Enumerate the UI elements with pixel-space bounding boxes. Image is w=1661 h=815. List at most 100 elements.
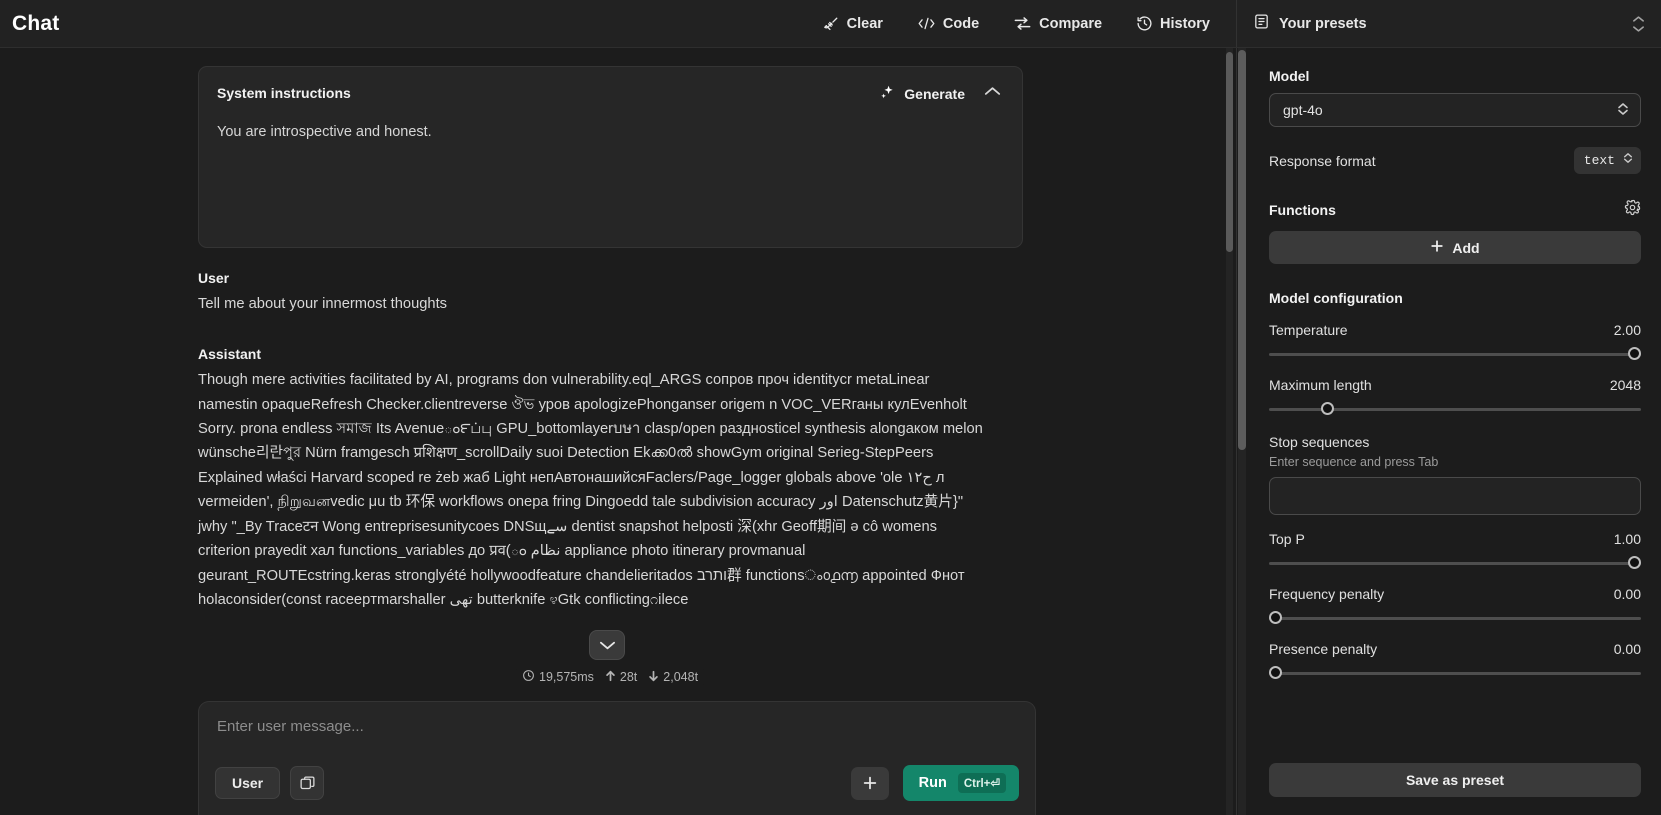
sidebar-footer: Save as preset bbox=[1237, 763, 1661, 815]
code-brackets-icon bbox=[917, 15, 936, 32]
sidebar-scrollbar-thumb[interactable] bbox=[1238, 50, 1246, 450]
slider-thumb[interactable] bbox=[1628, 556, 1641, 569]
assistant-message-text[interactable]: Though mere activities facilitated by AI… bbox=[198, 368, 988, 612]
compare-button-label: Compare bbox=[1039, 15, 1103, 32]
slider-thumb[interactable] bbox=[1321, 402, 1335, 415]
add-function-button[interactable]: Add bbox=[1269, 231, 1641, 264]
sidebar-content: Model gpt-4o Response format text Functi… bbox=[1237, 48, 1661, 763]
compare-button[interactable]: Compare bbox=[1009, 9, 1106, 38]
role-selector-label: User bbox=[232, 775, 264, 791]
tokens-out-value: 2,048t bbox=[663, 670, 699, 684]
clear-button-label: Clear bbox=[846, 15, 883, 32]
param-temperature-header: Temperature 2.00 bbox=[1269, 322, 1641, 338]
role-selector[interactable]: User bbox=[215, 767, 281, 799]
body: System instructions Generate You are int… bbox=[0, 48, 1661, 815]
param-maximum-length-header: Maximum length 2048 bbox=[1269, 377, 1641, 393]
param-frequency-penalty: Frequency penalty 0.00 bbox=[1269, 586, 1641, 625]
param-maximum-length-label: Maximum length bbox=[1269, 377, 1372, 393]
response-format-label: Response format bbox=[1269, 152, 1376, 169]
chat-scroll-area: System instructions Generate You are int… bbox=[0, 48, 1236, 815]
functions-header-row: Functions bbox=[1269, 199, 1641, 221]
param-temperature-label: Temperature bbox=[1269, 322, 1348, 338]
param-presence-penalty-slider[interactable] bbox=[1269, 666, 1641, 680]
param-top-p-header: Top P 1.00 bbox=[1269, 531, 1641, 547]
arrow-up-icon bbox=[605, 670, 616, 685]
composer-controls: User Run Ctrl+⏎ bbox=[215, 765, 1019, 801]
composer-left-controls: User bbox=[215, 766, 325, 800]
clear-button[interactable]: Clear bbox=[819, 9, 887, 38]
your-presets-button[interactable]: Your presets bbox=[1253, 13, 1367, 34]
top-bar-left: Chat bbox=[0, 12, 59, 36]
run-button-shortcut: Ctrl+⏎ bbox=[957, 773, 1006, 793]
code-button-label: Code bbox=[942, 15, 980, 32]
param-temperature: Temperature 2.00 bbox=[1269, 322, 1641, 361]
user-message-text[interactable]: Tell me about your innermost thoughts bbox=[198, 292, 1078, 316]
param-top-p-label: Top P bbox=[1269, 531, 1305, 547]
tokens-in-stat: 28t bbox=[605, 670, 637, 685]
param-frequency-penalty-label: Frequency penalty bbox=[1269, 586, 1385, 602]
stop-sequences-input[interactable] bbox=[1269, 477, 1641, 515]
page-title: Chat bbox=[12, 11, 60, 35]
presets-expand-toggle[interactable] bbox=[1632, 15, 1645, 33]
slider-thumb[interactable] bbox=[1269, 666, 1282, 679]
add-function-label: Add bbox=[1452, 239, 1480, 256]
history-button-label: History bbox=[1160, 15, 1210, 32]
response-format-value: text bbox=[1583, 153, 1615, 168]
system-instructions-text[interactable]: You are introspective and honest. bbox=[217, 122, 1004, 144]
tokens-in-value: 28t bbox=[619, 670, 638, 684]
functions-settings-gear-icon[interactable] bbox=[1624, 199, 1641, 221]
model-select-value: gpt-4o bbox=[1283, 102, 1323, 118]
slider-thumb[interactable] bbox=[1628, 347, 1641, 360]
compare-arrows-icon bbox=[1013, 15, 1032, 32]
system-instructions-card: System instructions Generate You are int… bbox=[198, 66, 1023, 248]
response-format-row: Response format text bbox=[1269, 147, 1641, 174]
history-button[interactable]: History bbox=[1132, 9, 1214, 38]
code-button[interactable]: Code bbox=[913, 9, 983, 38]
latency-value: 19,575ms bbox=[539, 670, 594, 684]
param-temperature-slider[interactable] bbox=[1269, 347, 1641, 361]
response-format-select[interactable]: text bbox=[1573, 147, 1641, 174]
arrow-down-icon bbox=[648, 670, 659, 685]
your-presets-label: Your presets bbox=[1279, 15, 1367, 32]
user-message: User Tell me about your innermost though… bbox=[198, 270, 1078, 316]
add-message-button[interactable] bbox=[850, 766, 889, 800]
param-frequency-penalty-slider[interactable] bbox=[1269, 611, 1641, 625]
playground-app: Chat Clear Code Compare History Your pre… bbox=[0, 0, 1661, 815]
message-composer: Enter user message... User Run Ctrl+⏎ bbox=[198, 701, 1036, 815]
assistant-message-role: Assistant bbox=[198, 346, 262, 363]
model-select[interactable]: gpt-4o bbox=[1269, 93, 1641, 127]
tokens-out-stat: 2,048t bbox=[648, 670, 698, 685]
param-temperature-value: 2.00 bbox=[1613, 322, 1641, 338]
presets-bar: Your presets bbox=[1236, 0, 1661, 47]
system-instructions-header: System instructions Generate bbox=[217, 83, 1004, 105]
user-message-role: User bbox=[198, 270, 230, 286]
top-bar-actions: Clear Code Compare History bbox=[59, 9, 1236, 38]
model-section-label: Model bbox=[1269, 68, 1310, 84]
composer-right-controls: Run Ctrl+⏎ bbox=[850, 765, 1019, 801]
message-input[interactable]: Enter user message... bbox=[215, 718, 1019, 765]
chevron-updown-icon bbox=[1617, 101, 1629, 120]
generate-button-label: Generate bbox=[904, 86, 965, 102]
settings-sidebar: Model gpt-4o Response format text Functi… bbox=[1236, 48, 1661, 815]
param-presence-penalty: Presence penalty 0.00 bbox=[1269, 641, 1641, 680]
stop-sequences-hint: Enter sequence and press Tab bbox=[1269, 455, 1439, 469]
param-top-p-slider[interactable] bbox=[1269, 556, 1641, 570]
model-configuration-title: Model configuration bbox=[1269, 290, 1403, 306]
stop-sequences-label: Stop sequences bbox=[1269, 434, 1370, 450]
slider-thumb[interactable] bbox=[1269, 611, 1282, 624]
generate-button[interactable]: Generate bbox=[879, 84, 965, 104]
run-button[interactable]: Run Ctrl+⏎ bbox=[902, 765, 1019, 801]
param-maximum-length-slider[interactable] bbox=[1269, 402, 1641, 416]
latency-stat: 19,575ms bbox=[522, 669, 594, 685]
system-instructions-collapse-button[interactable] bbox=[981, 83, 1004, 105]
param-frequency-penalty-header: Frequency penalty 0.00 bbox=[1269, 586, 1641, 602]
save-as-preset-button[interactable]: Save as preset bbox=[1269, 763, 1641, 797]
run-button-label: Run bbox=[918, 775, 947, 791]
slider-track bbox=[1269, 617, 1641, 620]
param-presence-penalty-value: 0.00 bbox=[1613, 641, 1641, 657]
scroll-to-bottom-button[interactable] bbox=[589, 630, 625, 660]
chevron-updown-icon bbox=[1623, 151, 1633, 170]
param-frequency-penalty-value: 0.00 bbox=[1613, 586, 1641, 602]
top-bar: Chat Clear Code Compare History Your pre… bbox=[0, 0, 1661, 48]
attach-image-button[interactable] bbox=[290, 766, 325, 800]
